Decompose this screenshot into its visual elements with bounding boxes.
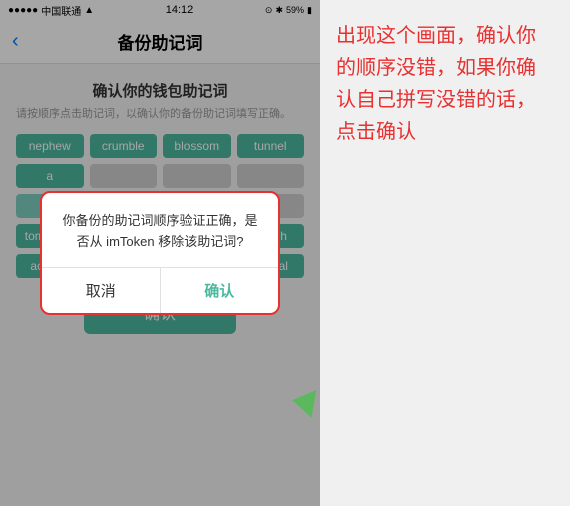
arrow-annotation (292, 388, 314, 416)
green-arrow-icon (290, 386, 317, 417)
annotation-text: 出现这个画面，确认你的顺序没错，如果你确认自己拼写没错的话，点击确认 (336, 20, 554, 148)
dialog-cancel-button[interactable]: 取消 (42, 268, 161, 313)
dialog-ok-button[interactable]: 确认 (161, 268, 279, 313)
dialog-message: 你备份的助记词顺序验证正确，是否从 imToken 移除该助记词? (58, 211, 262, 253)
dialog: 你备份的助记词顺序验证正确，是否从 imToken 移除该助记词? 取消 确认 (40, 191, 280, 315)
phone-container: ●●●●● 中国联通 ▲ 14:12 ⊙ ✱ 59% ▮ ‹ 备份助记词 确认你… (0, 0, 320, 506)
dialog-overlay: 你备份的助记词顺序验证正确，是否从 imToken 移除该助记词? 取消 确认 (0, 0, 320, 506)
dialog-actions: 取消 确认 (42, 267, 278, 313)
annotation-panel: 出现这个画面，确认你的顺序没错，如果你确认自己拼写没错的话，点击确认 (320, 0, 570, 506)
dialog-body: 你备份的助记词顺序验证正确，是否从 imToken 移除该助记词? (42, 193, 278, 267)
